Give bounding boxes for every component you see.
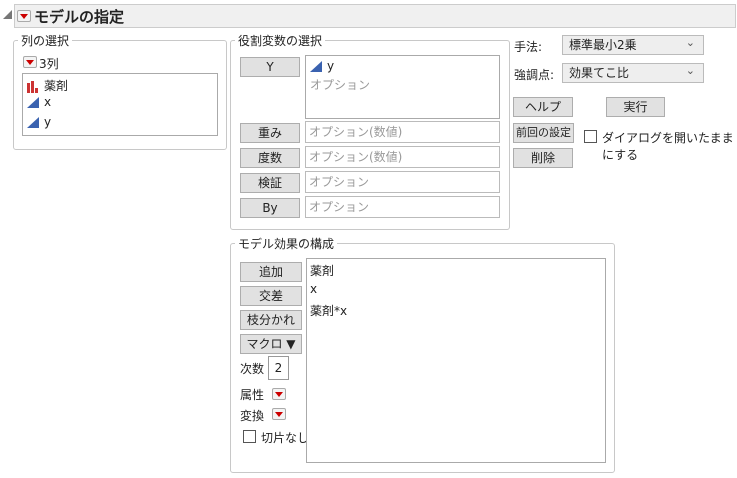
transform-menu-icon[interactable] bbox=[272, 408, 286, 420]
effect-item[interactable]: x bbox=[310, 282, 602, 302]
page-title: モデルの指定 bbox=[34, 8, 125, 26]
columns-menu-icon[interactable] bbox=[23, 56, 37, 68]
attributes-label: 属性 bbox=[240, 388, 265, 402]
run-button[interactable]: 実行 bbox=[606, 97, 665, 117]
validation-role-field[interactable]: オプション bbox=[305, 171, 500, 193]
column-item-薬剤[interactable]: 薬剤 bbox=[23, 74, 217, 94]
attributes-menu-icon[interactable] bbox=[272, 388, 286, 400]
emphasis-select[interactable]: 効果てこ比 bbox=[562, 62, 704, 83]
nominal-icon bbox=[27, 80, 39, 93]
degree-input[interactable]: 2 bbox=[268, 356, 289, 380]
continuous-icon bbox=[27, 117, 39, 128]
effect-item[interactable]: 薬剤 bbox=[310, 262, 602, 282]
degree-label: 次数 bbox=[240, 362, 265, 376]
y-role-list[interactable]: y オプション bbox=[305, 55, 500, 119]
keep-open-label: ダイアログを開いたままにする bbox=[602, 131, 734, 162]
no-intercept-checkbox[interactable] bbox=[243, 430, 256, 443]
nest-button[interactable]: 枝分かれ bbox=[240, 310, 302, 330]
column-list[interactable]: 薬剤 x y bbox=[22, 73, 218, 136]
red-triangle-menu-icon[interactable] bbox=[17, 10, 31, 22]
remove-button[interactable]: 削除 bbox=[513, 148, 573, 168]
column-item-x[interactable]: x bbox=[23, 94, 217, 114]
y-role-button[interactable]: Y bbox=[240, 57, 300, 77]
macros-button[interactable]: マクロ ▼ bbox=[240, 334, 302, 354]
collapse-icon[interactable] bbox=[3, 10, 12, 19]
weight-role-field[interactable]: オプション(数値) bbox=[305, 121, 500, 143]
effect-item[interactable]: 薬剤*x bbox=[310, 302, 602, 322]
help-button[interactable]: ヘルプ bbox=[513, 97, 573, 117]
add-button[interactable]: 追加 bbox=[240, 262, 302, 282]
y-role-placeholder: オプション bbox=[310, 78, 371, 92]
column-item-y[interactable]: y bbox=[23, 114, 217, 134]
no-intercept-label: 切片なし bbox=[261, 431, 310, 445]
recall-button[interactable]: 前回の設定 bbox=[513, 123, 574, 143]
model-effects-list[interactable]: 薬剤 x 薬剤*x bbox=[306, 258, 606, 463]
cross-button[interactable]: 交差 bbox=[240, 286, 302, 306]
by-role-button[interactable]: By bbox=[240, 198, 300, 218]
transform-label: 変換 bbox=[240, 409, 265, 423]
roles-legend: 役割変数の選択 bbox=[235, 32, 326, 49]
model-effects-legend: モデル効果の構成 bbox=[235, 235, 338, 252]
column-count: 3列 bbox=[39, 57, 59, 71]
validation-role-button[interactable]: 検証 bbox=[240, 173, 300, 193]
continuous-icon bbox=[27, 97, 39, 108]
method-label: 手法: bbox=[514, 40, 543, 54]
emphasis-label: 強調点: bbox=[514, 68, 555, 82]
weight-role-button[interactable]: 重み bbox=[240, 123, 300, 143]
y-role-item[interactable]: y bbox=[310, 59, 495, 73]
method-select[interactable]: 標準最小2乗 bbox=[562, 34, 704, 55]
freq-role-field[interactable]: オプション(数値) bbox=[305, 146, 500, 168]
keep-open-checkbox[interactable] bbox=[584, 130, 597, 143]
by-role-field[interactable]: オプション bbox=[305, 196, 500, 218]
freq-role-button[interactable]: 度数 bbox=[240, 148, 300, 168]
column-selection-legend: 列の選択 bbox=[18, 32, 73, 49]
continuous-icon bbox=[310, 61, 322, 72]
